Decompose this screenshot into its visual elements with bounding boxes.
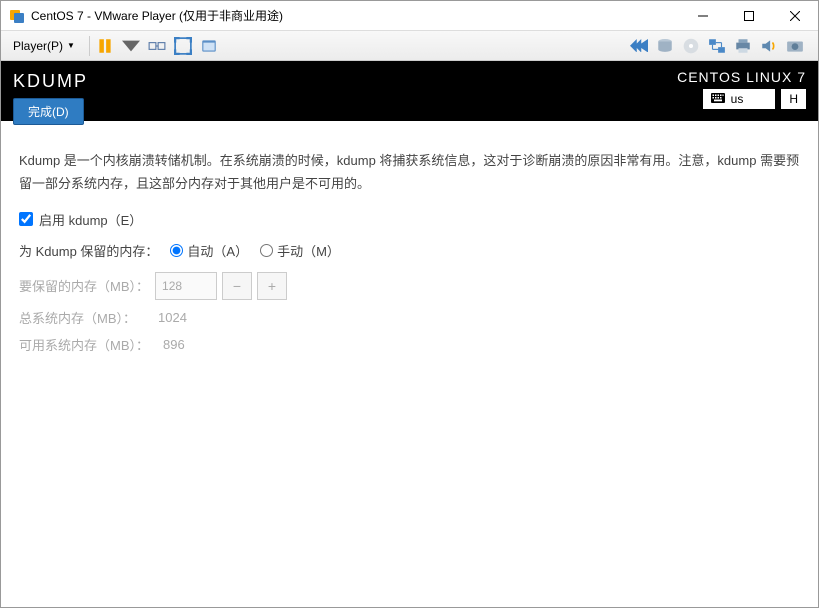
enable-kdump-checkbox[interactable] [19,212,33,226]
manual-radio-label[interactable]: 手动（M） [260,241,340,260]
camera-icon[interactable] [786,37,804,55]
kdump-description: Kdump 是一个内核崩溃转储机制。在系统崩溃的时候，kdump 将捕获系统信息… [19,149,800,196]
fast-arrow-icon[interactable] [630,37,648,55]
distro-label: CENTOS LINUX 7 [677,69,806,85]
dropdown-arrow-icon: ▼ [67,41,75,50]
keyboard-icon [711,92,725,106]
network-icon[interactable] [708,37,726,55]
fullscreen-icon[interactable] [174,37,192,55]
manual-radio[interactable] [260,244,273,257]
unity-icon[interactable] [200,37,218,55]
sound-icon[interactable] [760,37,778,55]
auto-radio[interactable] [170,244,183,257]
printer-icon[interactable] [734,37,752,55]
dropdown-arrow-icon[interactable] [122,37,140,55]
done-button[interactable]: 完成(D) [13,98,84,125]
decrement-button: − [222,272,252,300]
usable-mem-label: 可用系统内存（MB）： [19,335,149,354]
total-mem-value: 1024 [150,310,187,325]
minimize-button[interactable] [680,1,726,31]
keyboard-layout-label: us [731,92,744,106]
reserve-amount-input [155,272,217,300]
close-button[interactable] [772,1,818,31]
pause-icon[interactable] [96,37,114,55]
enable-kdump-label: 启用 kdump（E） [39,210,142,229]
harddisk-icon[interactable] [656,37,674,55]
keyboard-layout-button[interactable]: us [703,89,776,109]
increment-button: + [257,272,287,300]
player-menu[interactable]: Player(P) ▼ [5,35,83,57]
reserve-amount-label: 要保留的内存（MB）： [19,276,149,295]
page-title: KDUMP [13,71,88,92]
reserve-label: 为 Kdump 保留的内存： [19,241,158,260]
maximize-button[interactable] [726,1,772,31]
manual-radio-text: 手动（M） [277,241,340,260]
window-title: CentOS 7 - VMware Player (仅用于非商业用途) [31,7,680,24]
help-button[interactable]: H [781,89,806,109]
vmware-icon [9,8,25,24]
total-mem-label: 总系统内存（MB）： [19,308,144,327]
usable-mem-value: 896 [155,337,185,352]
send-keys-icon[interactable] [148,37,166,55]
auto-radio-label[interactable]: 自动（A） [170,241,248,260]
separator [89,36,90,56]
auto-radio-text: 自动（A） [187,241,248,260]
player-menu-label: Player(P) [13,39,63,53]
cd-icon[interactable] [682,37,700,55]
